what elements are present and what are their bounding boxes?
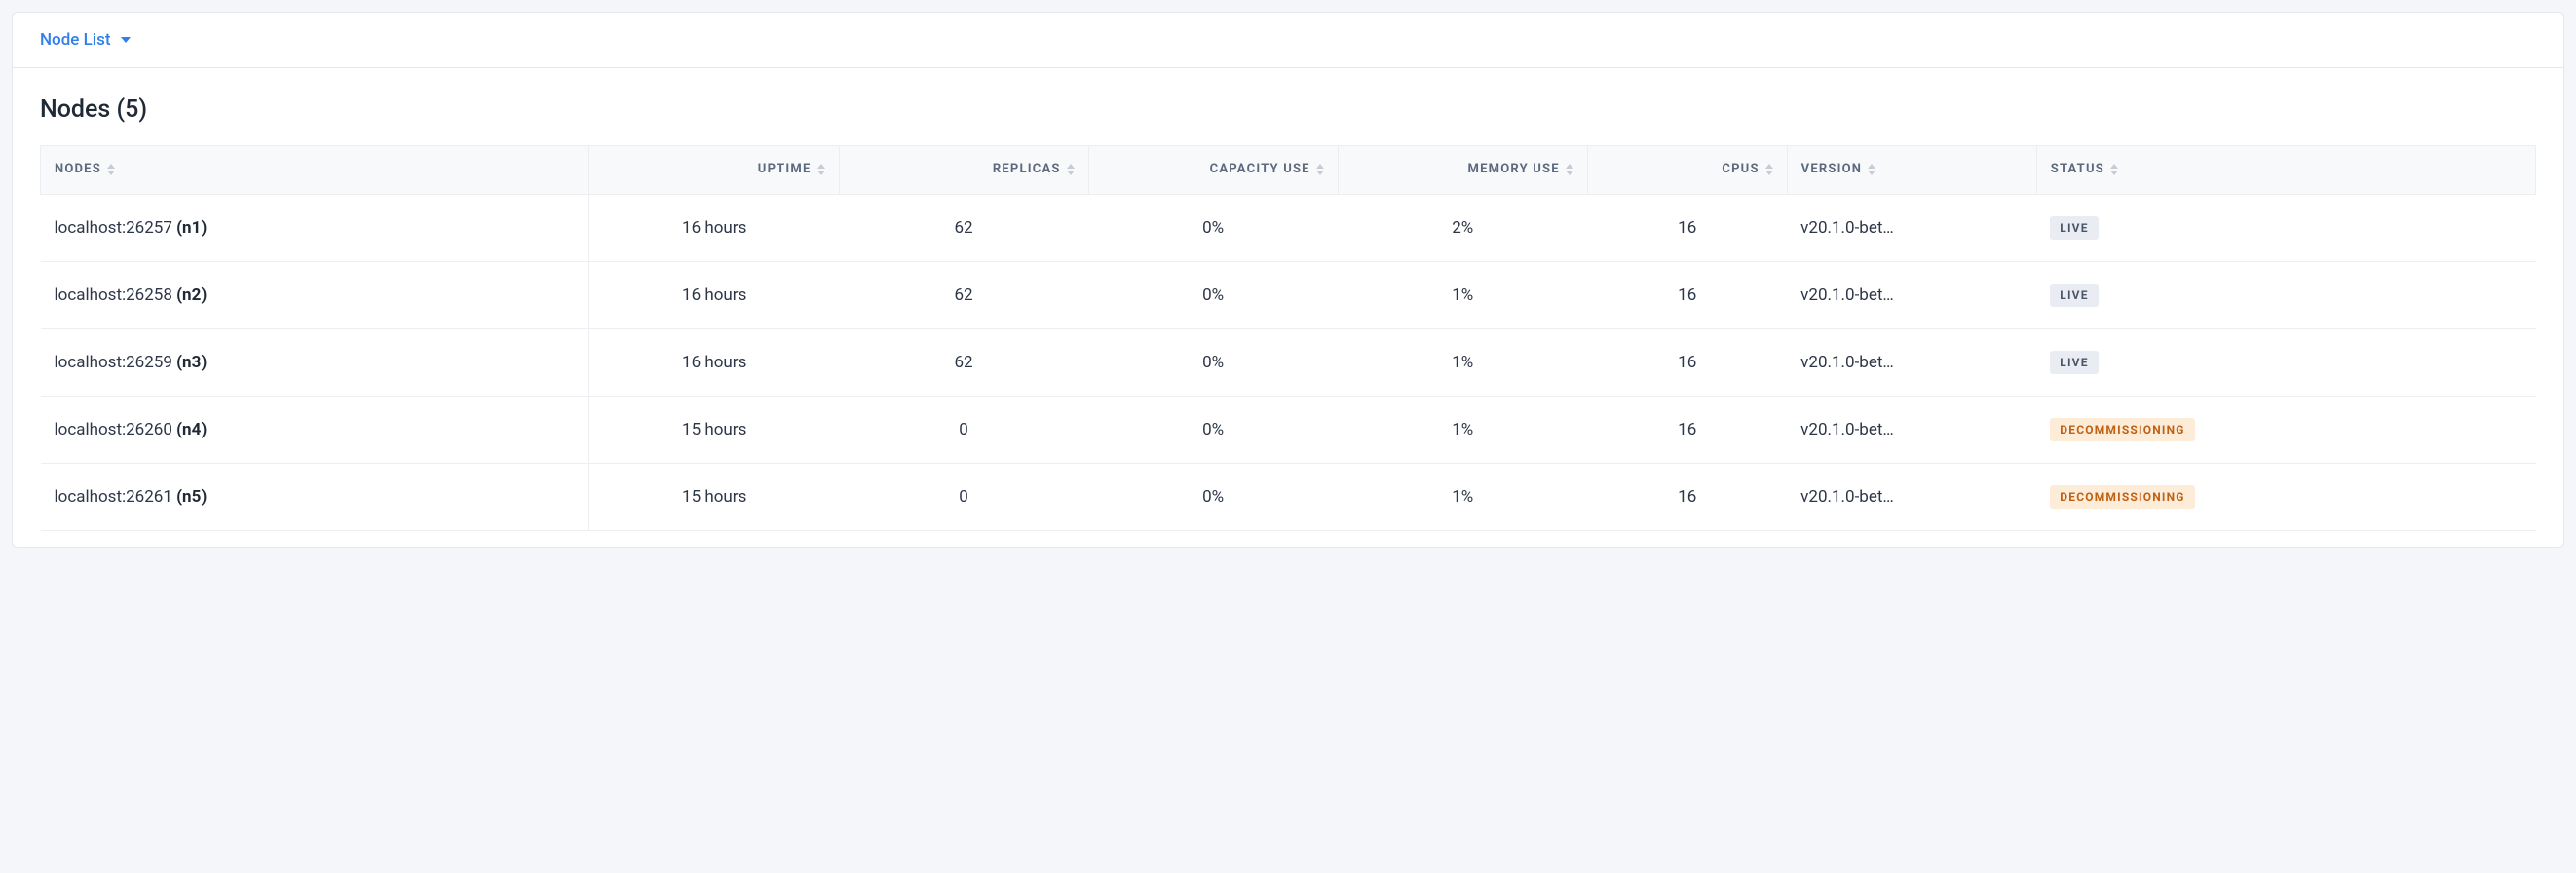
view-dropdown-label: Node List	[40, 30, 111, 50]
cell-replicas: 62	[839, 328, 1088, 396]
status-badge: DECOMMISSIONING	[2050, 418, 2194, 441]
content: Nodes (5) NODES	[13, 68, 2563, 547]
cell-status: LIVE	[2036, 261, 2535, 328]
col-header-label: UPTIME	[758, 162, 812, 178]
sort-icon	[107, 164, 115, 175]
dropdown-bar: Node List	[13, 13, 2563, 68]
col-header-label: REPLICAS	[993, 162, 1061, 178]
node-id: (n1)	[176, 218, 207, 238]
cell-cpus: 16	[1587, 261, 1787, 328]
col-header-nodes[interactable]: NODES	[41, 146, 589, 195]
cell-uptime: 15 hours	[589, 463, 839, 530]
cell-version: v20.1.0-bet…	[1787, 396, 2036, 463]
cell-node[interactable]: localhost:26260 (n4)	[41, 396, 589, 463]
col-header-uptime[interactable]: UPTIME	[589, 146, 839, 195]
col-header-label: VERSION	[1801, 162, 1862, 178]
cell-uptime: 16 hours	[589, 194, 839, 261]
cell-cpus: 16	[1587, 396, 1787, 463]
sort-icon	[817, 164, 825, 175]
cell-capacity: 0%	[1088, 328, 1338, 396]
cell-capacity: 0%	[1088, 194, 1338, 261]
cell-replicas: 0	[839, 396, 1088, 463]
table-header-row: NODES UPTIME	[41, 146, 2536, 195]
nodes-table: NODES UPTIME	[40, 145, 2536, 531]
panel: Node List Nodes (5) NODES	[12, 12, 2564, 548]
cell-replicas: 62	[839, 194, 1088, 261]
sort-icon	[1067, 164, 1075, 175]
cell-status: LIVE	[2036, 194, 2535, 261]
col-header-label: CAPACITY USE	[1210, 162, 1310, 178]
cell-capacity: 0%	[1088, 261, 1338, 328]
cell-capacity: 0%	[1088, 396, 1338, 463]
table-row: localhost:26258 (n2)16 hours620%1%16v20.…	[41, 261, 2536, 328]
col-header-version[interactable]: VERSION	[1787, 146, 2036, 195]
cell-memory: 1%	[1338, 463, 1587, 530]
node-id: (n2)	[176, 285, 207, 305]
col-header-label: CPUS	[1722, 162, 1759, 178]
page-title: Nodes (5)	[40, 95, 2536, 124]
cell-version: v20.1.0-bet…	[1787, 194, 2036, 261]
cell-capacity: 0%	[1088, 463, 1338, 530]
table-row: localhost:26257 (n1)16 hours620%2%16v20.…	[41, 194, 2536, 261]
sort-icon	[1765, 164, 1773, 175]
status-badge: LIVE	[2050, 351, 2098, 374]
cell-memory: 2%	[1338, 194, 1587, 261]
sort-icon	[1566, 164, 1573, 175]
cell-replicas: 62	[839, 261, 1088, 328]
col-header-label: MEMORY USE	[1468, 162, 1560, 178]
status-badge: LIVE	[2050, 284, 2098, 307]
cell-cpus: 16	[1587, 194, 1787, 261]
sort-icon	[1316, 164, 1324, 175]
node-id: (n5)	[176, 487, 207, 507]
col-header-capacity[interactable]: CAPACITY USE	[1088, 146, 1338, 195]
cell-status: DECOMMISSIONING	[2036, 396, 2535, 463]
status-badge: DECOMMISSIONING	[2050, 485, 2194, 509]
col-header-memory[interactable]: MEMORY USE	[1338, 146, 1587, 195]
col-header-cpus[interactable]: CPUS	[1587, 146, 1787, 195]
node-host: localhost:26257	[55, 218, 172, 238]
table-row: localhost:26260 (n4)15 hours00%1%16v20.1…	[41, 396, 2536, 463]
cell-memory: 1%	[1338, 261, 1587, 328]
sort-icon	[1868, 164, 1875, 175]
cell-uptime: 16 hours	[589, 261, 839, 328]
cell-version: v20.1.0-bet…	[1787, 261, 2036, 328]
table-row: localhost:26259 (n3)16 hours620%1%16v20.…	[41, 328, 2536, 396]
cell-node[interactable]: localhost:26258 (n2)	[41, 261, 589, 328]
node-host: localhost:26259	[55, 353, 172, 372]
sort-icon	[2110, 164, 2118, 175]
cell-node[interactable]: localhost:26257 (n1)	[41, 194, 589, 261]
cell-uptime: 16 hours	[589, 328, 839, 396]
cell-cpus: 16	[1587, 328, 1787, 396]
col-header-replicas[interactable]: REPLICAS	[839, 146, 1088, 195]
table-row: localhost:26261 (n5)15 hours00%1%16v20.1…	[41, 463, 2536, 530]
col-header-status[interactable]: STATUS	[2036, 146, 2535, 195]
view-dropdown[interactable]: Node List	[40, 30, 131, 50]
cell-version: v20.1.0-bet…	[1787, 463, 2036, 530]
col-header-label: STATUS	[2051, 162, 2104, 178]
cell-status: DECOMMISSIONING	[2036, 463, 2535, 530]
cell-node[interactable]: localhost:26259 (n3)	[41, 328, 589, 396]
cell-cpus: 16	[1587, 463, 1787, 530]
node-id: (n4)	[176, 420, 207, 439]
status-badge: LIVE	[2050, 216, 2098, 240]
col-header-label: NODES	[55, 162, 101, 178]
cell-replicas: 0	[839, 463, 1088, 530]
cell-memory: 1%	[1338, 328, 1587, 396]
cell-node[interactable]: localhost:26261 (n5)	[41, 463, 589, 530]
caret-down-icon	[121, 37, 131, 43]
cell-memory: 1%	[1338, 396, 1587, 463]
node-id: (n3)	[176, 353, 207, 372]
cell-version: v20.1.0-bet…	[1787, 328, 2036, 396]
cell-status: LIVE	[2036, 328, 2535, 396]
node-host: localhost:26261	[55, 487, 172, 507]
cell-uptime: 15 hours	[589, 396, 839, 463]
node-host: localhost:26258	[55, 285, 172, 305]
node-host: localhost:26260	[55, 420, 172, 439]
